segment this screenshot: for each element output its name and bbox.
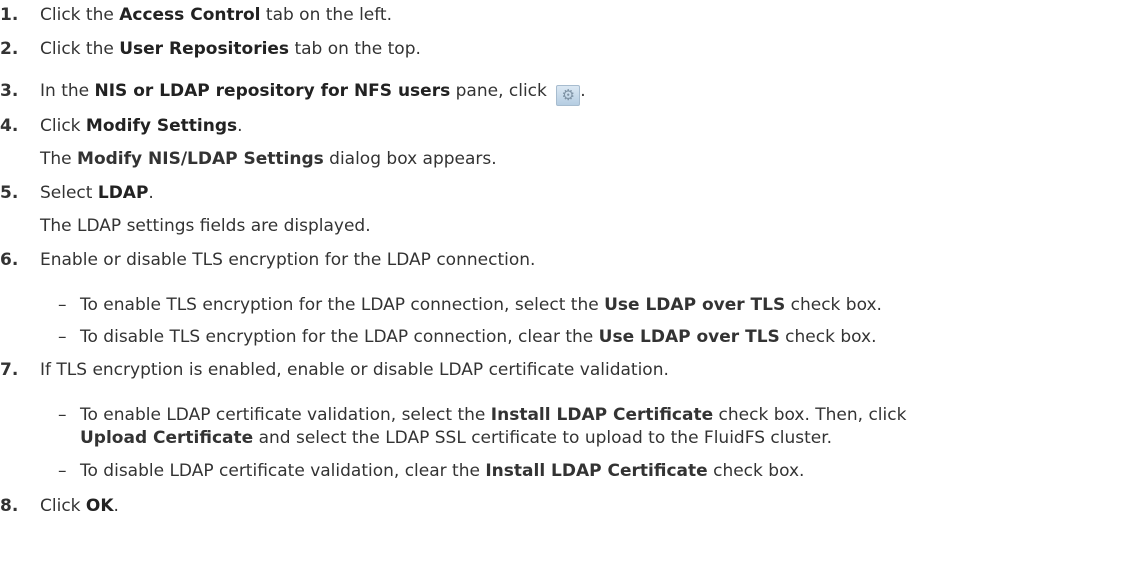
step-text: .: [580, 81, 586, 101]
step-text: To disable LDAP certificate validation, …: [80, 461, 486, 481]
step-text: dialog box appears.: [323, 149, 497, 169]
ui-term: User Repositories: [119, 39, 290, 59]
step-text: To disable TLS encryption for the LDAP c…: [80, 327, 599, 347]
gear-icon: ⚙: [556, 85, 581, 106]
step-text: Click the: [40, 5, 120, 25]
step-text: Click: [40, 496, 86, 516]
step-text: .: [113, 496, 119, 516]
step-text: The: [40, 149, 78, 169]
step-text: Select: [40, 183, 98, 203]
step-number: 5.: [0, 183, 19, 203]
step-text: pane, click: [450, 81, 553, 101]
step-text: and select the LDAP SSL certificate to u…: [253, 428, 833, 448]
step-text: tab on the top.: [289, 39, 421, 59]
step-text: check box.: [779, 327, 877, 347]
step-text: .: [237, 116, 243, 136]
step-number: 8.: [0, 496, 19, 516]
step-number: 7.: [0, 360, 19, 380]
step-number: 4.: [0, 116, 19, 136]
step-5-result: The LDAP settings fields are displayed.: [40, 215, 371, 237]
step-text: check box.: [785, 295, 882, 315]
step-number: 2.: [0, 39, 19, 59]
ui-term: OK: [85, 496, 114, 516]
step-text: To enable TLS encryption for the LDAP co…: [80, 295, 605, 315]
step-text: The LDAP settings fields are displayed.: [40, 216, 371, 236]
ui-term: LDAP: [97, 183, 149, 203]
step-text: .: [148, 183, 154, 203]
ui-term: Access Control: [119, 5, 261, 25]
step-text: Click: [40, 116, 86, 136]
step-number: 3.: [0, 81, 19, 101]
bullet-dash: –: [58, 461, 67, 481]
ui-term: Install LDAP Certificate: [485, 461, 708, 481]
procedure-document: 1. Click the Access Control tab on the l…: [0, 0, 1137, 580]
ui-term: Use LDAP over TLS: [604, 295, 786, 315]
step-text: tab on the left.: [260, 5, 393, 25]
ui-term: NIS or LDAP repository for NFS users: [94, 81, 451, 101]
step-number: 1.: [0, 5, 19, 25]
ui-term: Modify NIS/LDAP Settings: [77, 149, 324, 169]
step-text: If TLS encryption is enabled, enable or …: [40, 360, 669, 380]
ui-term: Install LDAP Certificate: [490, 405, 714, 425]
step-text: In the: [40, 81, 95, 101]
bullet-dash: –: [58, 295, 67, 315]
step-number: 6.: [0, 250, 19, 270]
step-text: check box.: [707, 461, 805, 481]
step-text: Click the: [40, 39, 120, 59]
step-4-result: The Modify NIS/LDAP Settings dialog box …: [40, 148, 497, 170]
step-text: To enable LDAP certificate validation, s…: [80, 405, 491, 425]
ui-term: Use LDAP over TLS: [598, 327, 780, 347]
step-text: Enable or disable TLS encryption for the…: [40, 250, 536, 270]
ui-term: Modify Settings: [85, 116, 238, 136]
step-text: check box. Then, click: [713, 405, 907, 425]
ui-term: Upload Certificate: [80, 428, 254, 448]
bullet-dash: –: [58, 405, 67, 425]
bullet-dash: –: [58, 327, 67, 347]
